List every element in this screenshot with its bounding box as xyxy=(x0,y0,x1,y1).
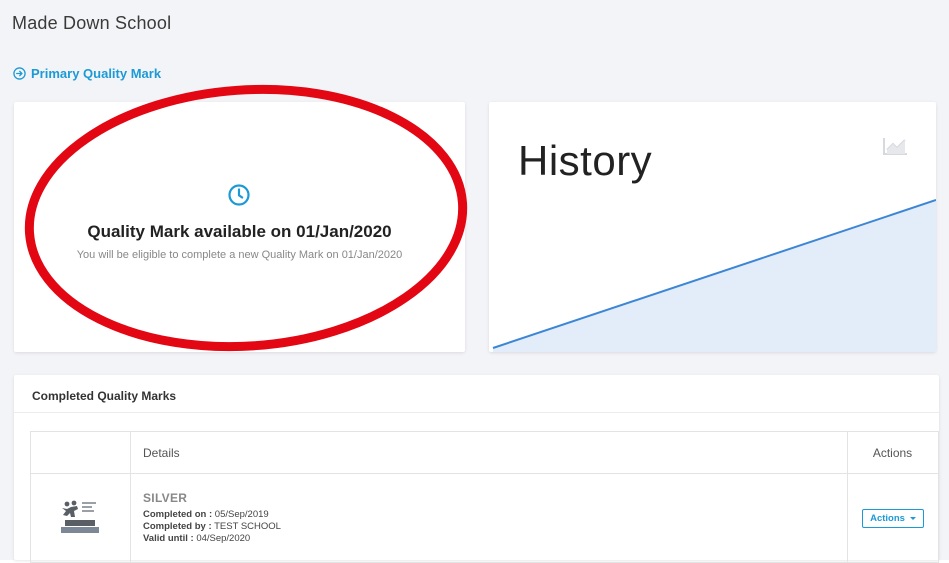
valid-until-line: Valid until : 04/Sep/2020 xyxy=(143,533,846,545)
quality-mark-level: SILVER xyxy=(143,491,188,505)
primary-quality-mark-label: Primary Quality Mark xyxy=(31,66,162,81)
availability-subtitle: You will be eligible to complete a new Q… xyxy=(76,249,403,261)
table-header-row: Details Actions xyxy=(30,431,939,474)
primary-quality-mark-link[interactable]: Primary Quality Mark xyxy=(13,66,161,81)
actions-dropdown-button[interactable]: Actions xyxy=(862,508,924,528)
actions-button-label: Actions xyxy=(870,512,905,524)
completed-by-line: Completed by : TEST SCHOOL xyxy=(143,521,846,533)
completed-on-line: Completed on : 05/Sep/2019 xyxy=(143,509,846,521)
completed-on-value: 05/Sep/2019 xyxy=(214,509,269,520)
completed-on-label: Completed on : xyxy=(143,509,213,520)
arrow-circle-right-icon xyxy=(13,67,26,80)
divider xyxy=(14,412,939,413)
table-row: SILVER Completed on : 05/Sep/2019 Comple… xyxy=(30,473,939,563)
completed-by-label: Completed by : xyxy=(143,521,212,532)
completed-title: Completed Quality Marks xyxy=(32,389,177,403)
valid-until-value: 04/Sep/2020 xyxy=(196,533,251,544)
column-header-actions: Actions xyxy=(847,431,939,474)
actions-cell: Actions xyxy=(847,473,939,563)
chart-line-icon xyxy=(883,138,907,155)
history-card[interactable]: History xyxy=(489,102,936,352)
column-header-details: Details xyxy=(130,431,848,474)
completed-quality-marks-card: Completed Quality Marks Details Actions xyxy=(14,375,939,563)
history-title: History xyxy=(518,137,653,184)
valid-until-label: Valid until : xyxy=(143,533,194,544)
quality-mark-logo xyxy=(30,473,131,563)
school-name: Made Down School xyxy=(12,13,172,33)
youth-sport-trust-logo xyxy=(60,500,99,533)
quality-mark-details: SILVER Completed on : 05/Sep/2019 Comple… xyxy=(130,473,848,563)
caret-down-icon xyxy=(909,516,916,520)
availability-card: Quality Mark available on 01/Jan/2020 Yo… xyxy=(14,102,465,352)
completed-by-value: TEST SCHOOL xyxy=(214,521,281,532)
availability-title: Quality Mark available on 01/Jan/2020 xyxy=(87,222,392,241)
clock-icon xyxy=(227,183,251,207)
completed-quality-marks-table: Details Actions SILVER Completed on: 05… xyxy=(30,431,939,563)
column-header-logo xyxy=(30,431,131,474)
